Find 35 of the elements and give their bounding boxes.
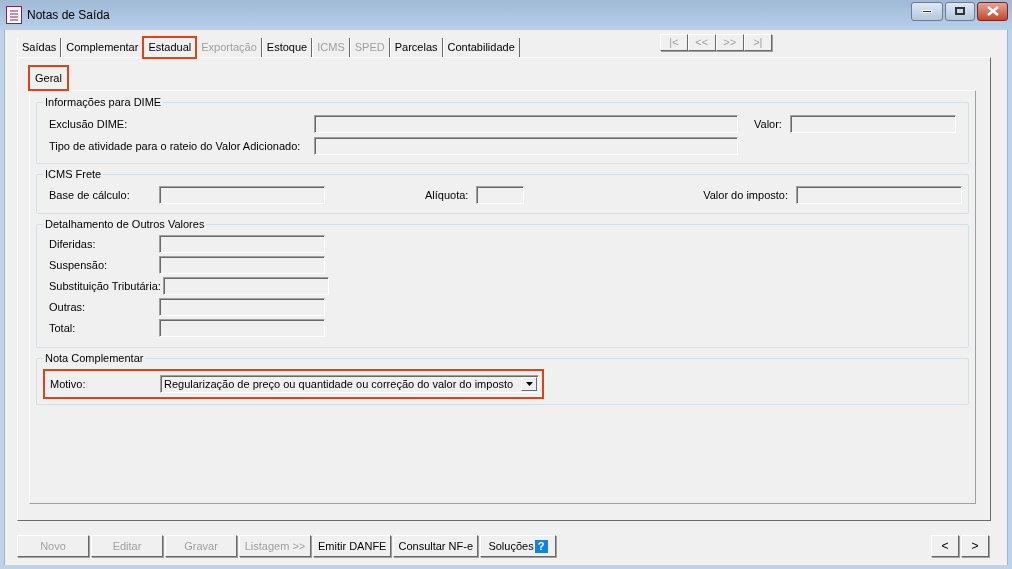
field-label: Exclusão DIME: [49, 116, 129, 132]
document-icon [6, 6, 22, 24]
tab[interactable]: Saídas [17, 38, 62, 57]
pager-button[interactable]: < [931, 535, 959, 557]
action-button[interactable]: Emitir DANFE [313, 535, 392, 557]
group-title: Informações para DIME [43, 95, 164, 109]
field-label: Alíquota: [425, 187, 470, 203]
field-label: Tipo de atividade para o rateio do Valor Adicionado: [49, 138, 302, 154]
tab[interactable]: Geral [29, 66, 68, 90]
tab[interactable]: Contabilidade [442, 38, 520, 57]
group-title: Nota Complementar [43, 351, 146, 365]
action-button[interactable]: Consultar NF-e [393, 535, 479, 557]
minimize-button[interactable] [911, 1, 943, 21]
field-label: Suspensão: [49, 257, 109, 273]
tab[interactable]: Estadual [143, 37, 197, 58]
field-label: Diferidas: [49, 236, 97, 252]
window-title: Notas de Saída [27, 7, 110, 24]
tab[interactable]: Estoque [261, 38, 313, 57]
field-label: Total: [49, 320, 77, 336]
field-label: Base de cálculo: [49, 187, 131, 203]
field-label: Valor do imposto: [703, 187, 789, 203]
close-button[interactable] [977, 1, 1008, 21]
help-icon: ? [534, 539, 548, 553]
field-label: Valor: [754, 116, 783, 132]
close-icon [986, 6, 999, 16]
maximize-button[interactable] [945, 1, 975, 21]
tab[interactable]: Parcelas [389, 38, 443, 57]
group-title: Detalhamento de Outros Valores [43, 217, 207, 231]
pager-button[interactable]: > [961, 535, 989, 557]
motivo-dropdown[interactable]: Regularização de preço ou quantidade ou correção do valor do imposto [160, 375, 540, 393]
group-title: ICMS Frete [43, 167, 104, 181]
action-button[interactable]: Soluções ? [480, 535, 557, 557]
field-label: Substituição Tributária: [49, 278, 162, 294]
field-label: Outras: [49, 299, 87, 315]
field-label: Motivo: [50, 376, 87, 392]
